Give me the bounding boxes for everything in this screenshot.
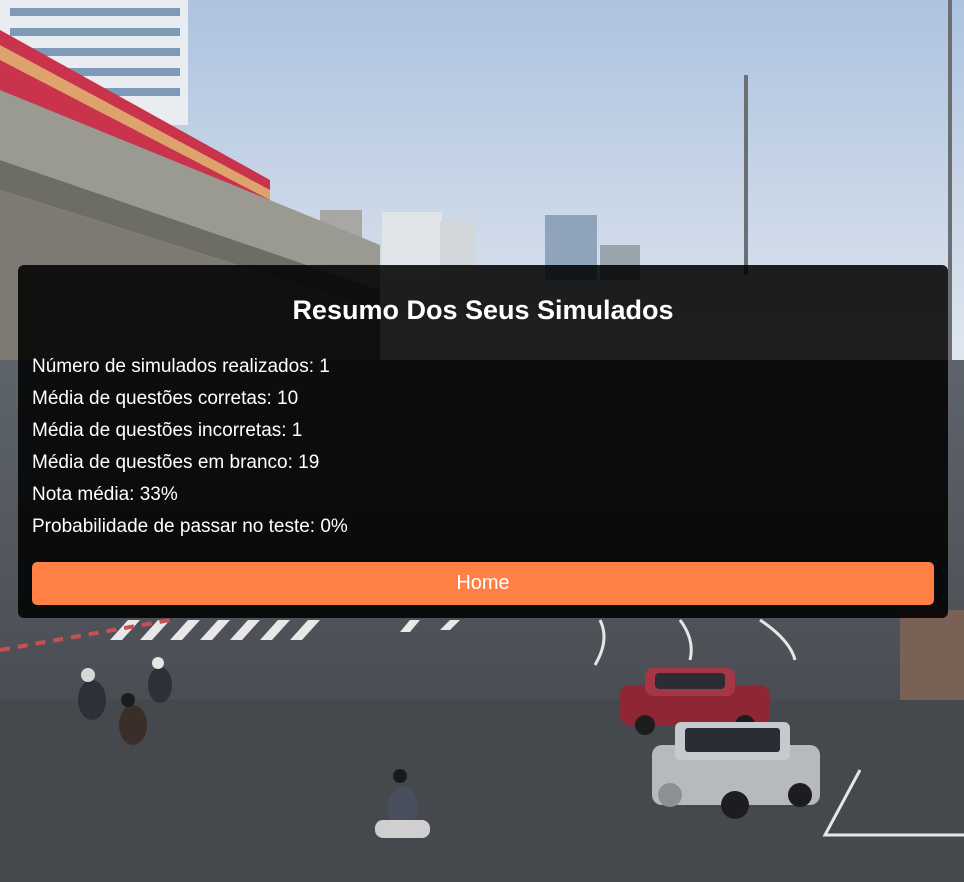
stat-media-corretas: Média de questões corretas: 10 bbox=[32, 388, 299, 409]
stat-simulados-realizados: Número de simulados realizados: 1 bbox=[32, 356, 330, 377]
summary-card: Resumo Dos Seus Simulados Número de simu… bbox=[18, 265, 948, 618]
stats-list: Número de simulados realizados: 1 Média … bbox=[32, 351, 934, 543]
page: Resumo Dos Seus Simulados Número de simu… bbox=[0, 0, 964, 882]
stat-media-incorretas: Média de questões incorretas: 1 bbox=[32, 420, 303, 441]
stat-probabilidade-passar: Probabilidade de passar no teste: 0% bbox=[32, 516, 348, 537]
summary-title: Resumo Dos Seus Simulados bbox=[292, 295, 674, 325]
stat-media-em-branco: Média de questões em branco: 19 bbox=[32, 452, 320, 473]
stat-nota-media: Nota média: 33% bbox=[32, 484, 178, 505]
home-button[interactable]: Home bbox=[32, 562, 934, 605]
